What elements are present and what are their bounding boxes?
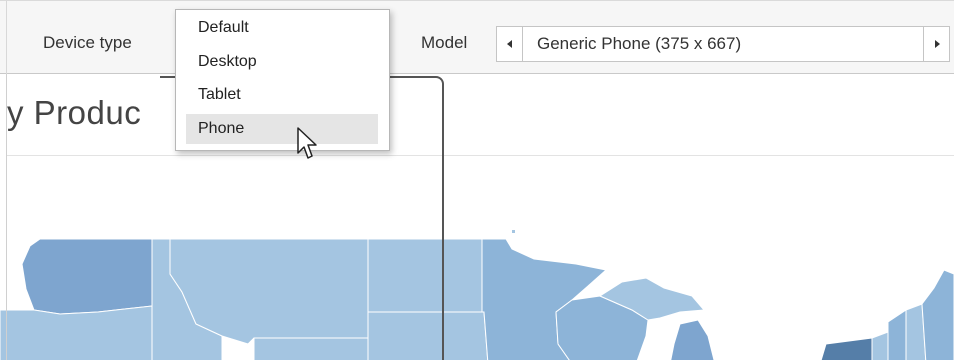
caret-right-icon	[934, 40, 940, 48]
map-region-east-1[interactable]	[871, 331, 889, 360]
model-value: Generic Phone (375 x 667)	[537, 34, 742, 53]
model-prev-button[interactable]	[497, 27, 523, 61]
device-type-label: Device type	[43, 33, 132, 52]
dropdown-item-tablet[interactable]: Tablet	[186, 80, 378, 110]
map-region-washington[interactable]	[21, 238, 153, 315]
map-region-east-2[interactable]	[887, 309, 907, 360]
model-selector[interactable]: Generic Phone (375 x 667)	[496, 26, 950, 62]
model-next-button[interactable]	[923, 27, 949, 61]
dashboard-canvas: y Produc	[0, 74, 954, 360]
device-type-dropdown[interactable]: Default Desktop Tablet Phone	[175, 9, 390, 151]
model-label: Model	[421, 33, 468, 52]
view-title: y Produc	[7, 94, 142, 131]
us-map	[0, 230, 954, 360]
map-island	[512, 230, 515, 233]
dropdown-item-default[interactable]: Default	[186, 13, 378, 43]
title-divider	[7, 155, 954, 156]
mouse-cursor-icon	[297, 127, 317, 159]
toolbar-edge	[6, 1, 7, 75]
map-region-maine[interactable]	[921, 269, 954, 360]
dropdown-item-desktop[interactable]: Desktop	[186, 47, 378, 77]
map-region-east-dark[interactable]	[820, 337, 873, 360]
map-region-michigan-lp[interactable]	[670, 319, 716, 360]
dropdown-item-phone[interactable]: Phone	[186, 114, 378, 144]
device-preview-toolbar: Device type Model Generic Phone (375 x 6…	[0, 0, 954, 75]
caret-left-icon	[506, 40, 512, 48]
map-region-oregon[interactable]	[0, 305, 153, 360]
